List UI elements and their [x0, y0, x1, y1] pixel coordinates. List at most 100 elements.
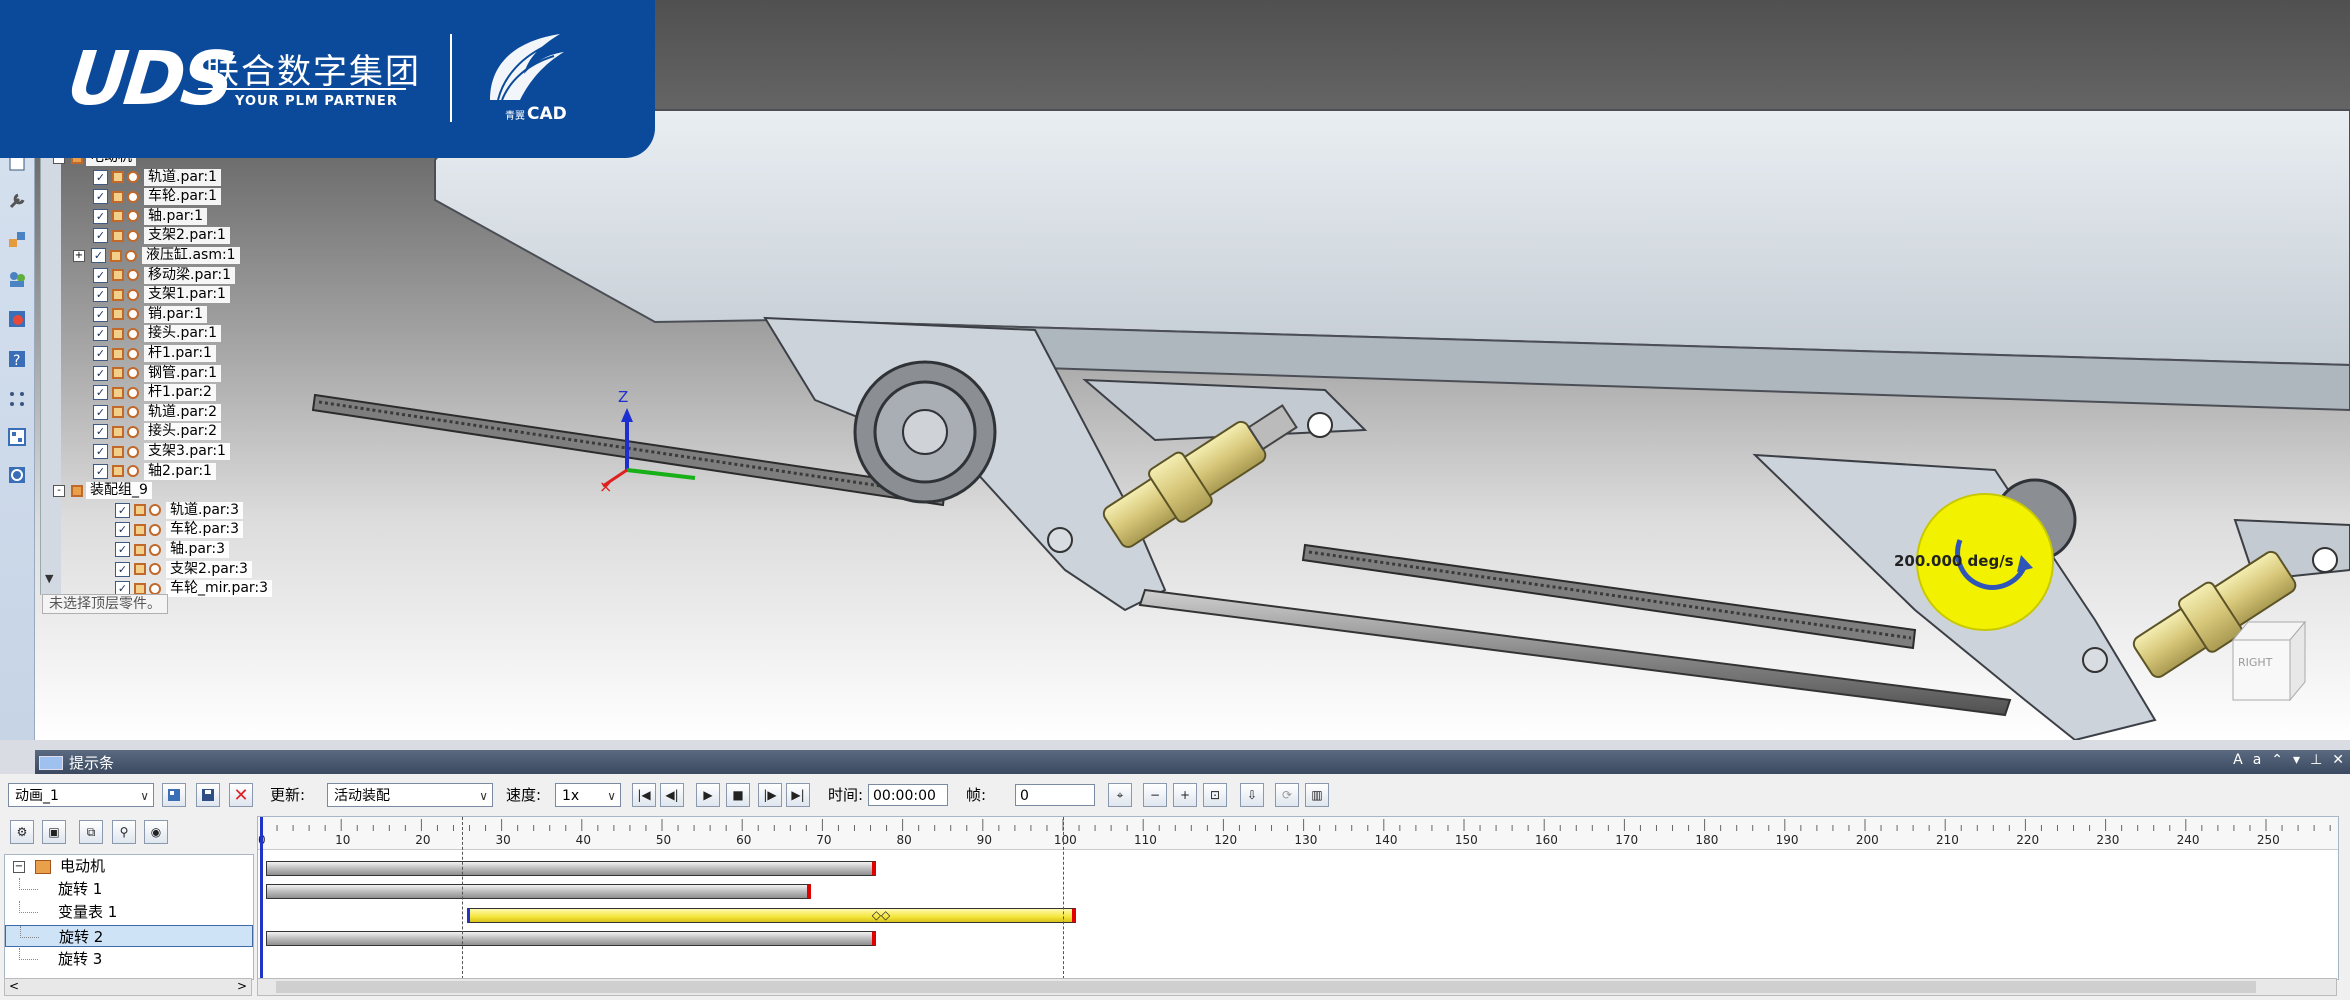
font-smaller-icon[interactable]: a — [2253, 752, 2262, 768]
expand-icon[interactable]: + — [73, 249, 85, 262]
tree-item[interactable]: ✓ 接头.par:1 — [93, 324, 222, 343]
import-icon[interactable]: ⇩ — [1240, 783, 1264, 807]
delete-icon[interactable]: ✕ — [229, 783, 253, 807]
animation-name-select[interactable]: 动画_1 ∨ — [8, 783, 154, 807]
add-motor-icon[interactable]: ⚙ — [10, 820, 34, 844]
tree-item[interactable]: ✓ 支架2.par:1 — [93, 226, 230, 245]
pin-icon[interactable]: ⊥ — [2310, 752, 2322, 768]
tree-item[interactable]: ✓ 支架1.par:1 — [93, 285, 230, 304]
timeline-hscroll[interactable] — [257, 978, 2337, 996]
tree-item[interactable]: ✓ 杆1.par:2 — [93, 383, 216, 402]
visibility-checkbox[interactable]: ✓ — [93, 326, 108, 342]
wrench-icon[interactable] — [4, 188, 30, 214]
tree-item-label: 轨道.par:1 — [144, 168, 222, 186]
collapse-icon[interactable]: - — [53, 484, 65, 497]
speed-select[interactable]: 1x ∨ — [555, 783, 621, 807]
animation-tree-item[interactable]: 旋转 2 — [5, 924, 253, 947]
visibility-checkbox[interactable]: ✓ — [93, 169, 108, 185]
track-bar[interactable] — [266, 931, 876, 947]
camera-path-icon[interactable]: ⚲ — [112, 820, 136, 844]
tree-item[interactable]: ✓ 轴2.par:1 — [93, 462, 216, 481]
tree-item[interactable]: ✓ 车轮.par:3 — [115, 520, 244, 539]
help-icon[interactable]: ? — [4, 346, 30, 372]
collapse-icon[interactable]: − — [13, 861, 25, 873]
current-time-marker[interactable] — [260, 817, 263, 979]
tree-item[interactable]: - 装配组_9 — [53, 481, 152, 500]
visibility-checkbox[interactable]: ✓ — [93, 444, 108, 459]
track-bar[interactable]: ◇◇ — [466, 907, 1077, 923]
visibility-checkbox[interactable]: ✓ — [115, 542, 130, 557]
frame-field[interactable]: 0 — [1015, 784, 1095, 806]
tree-item[interactable]: ✓ 支架2.par:3 — [115, 560, 252, 579]
visibility-checkbox[interactable]: ✓ — [93, 365, 108, 381]
visibility-checkbox[interactable]: ✓ — [93, 463, 108, 479]
fit-icon[interactable]: ⊡ — [1203, 783, 1227, 807]
refresh-icon[interactable]: ⟳ — [1275, 783, 1299, 807]
visibility-checkbox[interactable]: ✓ — [115, 502, 130, 518]
tree-item[interactable]: ✓ 轨道.par:3 — [115, 501, 244, 520]
play-icon[interactable]: ▶ — [696, 783, 720, 807]
track-bar[interactable] — [266, 861, 876, 876]
layout-icon[interactable] — [4, 424, 30, 450]
tree-item[interactable]: + ✓ 液压缸.asm:1 — [73, 246, 240, 265]
camera-icon[interactable]: ⌖ — [1108, 783, 1132, 807]
save-motion-icon[interactable]: ▣ — [42, 820, 66, 844]
step-back-icon[interactable]: ◀| — [660, 783, 684, 807]
timeline[interactable]: 0102030405060708090100110120130140150160… — [257, 816, 2339, 980]
assembly-icon[interactable] — [4, 226, 30, 252]
visibility-checkbox[interactable]: ✓ — [93, 404, 108, 420]
grid-dots-icon[interactable] — [4, 386, 30, 412]
people-icon[interactable] — [4, 266, 30, 292]
zoom-out-icon[interactable]: − — [1143, 783, 1167, 807]
animation-tree-hscroll[interactable]: < > — [4, 978, 252, 996]
save-icon[interactable] — [196, 783, 220, 807]
explode-icon[interactable]: ⧉ — [79, 820, 103, 844]
tree-item[interactable]: ✓ 轨道.par:1 — [93, 168, 222, 187]
collapse-icon[interactable]: ⌃ — [2271, 752, 2283, 768]
tree-item[interactable]: ✓ 钢管.par:1 — [93, 364, 222, 383]
visibility-checkbox[interactable]: ✓ — [91, 248, 106, 263]
tree-item[interactable]: ✓ 杆1.par:1 — [93, 344, 216, 363]
animation-tree-item[interactable]: 旋转 3 — [5, 947, 253, 970]
tree-item[interactable]: ✓ 轴.par:3 — [115, 540, 230, 559]
update-select[interactable]: 活动装配 ∨ — [327, 783, 493, 807]
animation-tree-root[interactable]: − 电动机 — [5, 855, 253, 877]
visibility-checkbox[interactable]: ✓ — [93, 189, 108, 205]
visibility-checkbox[interactable]: ✓ — [115, 561, 130, 577]
tree-item[interactable]: ✓ 轨道.par:2 — [93, 403, 222, 422]
visibility-checkbox[interactable]: ✓ — [93, 208, 108, 224]
tree-item[interactable]: ✓ 轴.par:1 — [93, 207, 208, 226]
visibility-checkbox[interactable]: ✓ — [93, 306, 108, 322]
time-field[interactable]: 00:00:00 — [868, 784, 948, 806]
tree-item[interactable]: ✓ 接头.par:2 — [93, 422, 222, 441]
visibility-checkbox[interactable]: ✓ — [93, 267, 108, 283]
visibility-checkbox[interactable]: ✓ — [93, 346, 108, 361]
animation-tree-item[interactable]: 变量表 1 — [5, 901, 253, 923]
font-larger-icon[interactable]: A — [2233, 752, 2243, 768]
tree-item[interactable]: ✓ 支架3.par:1 — [93, 442, 230, 461]
visibility-checkbox[interactable]: ✓ — [93, 385, 108, 401]
panel-toggle-icon[interactable]: ▥ — [1305, 783, 1329, 807]
go-to-start-icon[interactable]: |◀ — [632, 783, 656, 807]
settings-gear-icon[interactable] — [4, 462, 30, 488]
new-animation-icon[interactable] — [162, 783, 186, 807]
tree-item[interactable]: ✓ 车轮.par:1 — [93, 187, 222, 206]
visibility-checkbox[interactable]: ✓ — [93, 424, 108, 440]
go-to-end-icon[interactable]: ▶| — [786, 783, 810, 807]
step-forward-icon[interactable]: |▶ — [758, 783, 782, 807]
visibility-checkbox[interactable]: ✓ — [115, 522, 130, 538]
animation-tree-item[interactable]: 旋转 1 — [5, 878, 253, 900]
keyframe-icon[interactable]: ◇◇ — [872, 908, 890, 922]
tree-item[interactable]: ✓ 销.par:1 — [93, 305, 208, 324]
view-cube-right-label[interactable]: RIGHT — [2238, 656, 2272, 669]
track-bar[interactable] — [266, 884, 812, 900]
visibility-checkbox[interactable]: ✓ — [93, 228, 108, 244]
appearance-track-icon[interactable]: ◉ — [144, 820, 168, 844]
dropdown-icon[interactable]: ▾ — [2293, 752, 2300, 768]
close-icon[interactable]: ✕ — [2332, 752, 2344, 768]
visibility-checkbox[interactable]: ✓ — [93, 287, 108, 303]
tree-item[interactable]: ✓ 移动梁.par:1 — [93, 266, 236, 285]
zoom-in-icon[interactable]: + — [1173, 783, 1197, 807]
appearance-icon[interactable] — [4, 306, 30, 332]
stop-icon[interactable]: ■ — [726, 783, 750, 807]
